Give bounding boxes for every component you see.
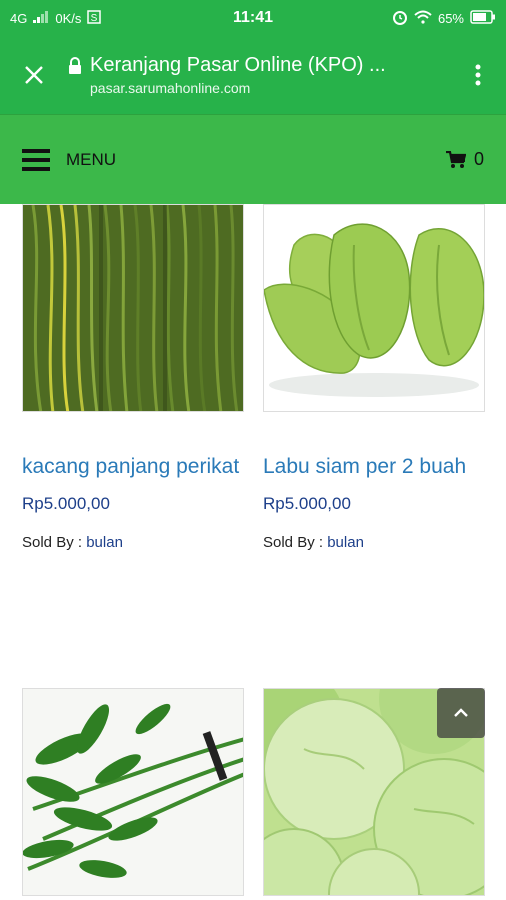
vendor-link[interactable]: bulan [327,534,364,551]
wifi-icon [414,10,432,27]
menu-label: MENU [66,149,117,169]
browser-toolbar: Keranjang Pasar Online (KPO) ... pasar.s… [0,36,506,114]
product-image-chayote[interactable] [263,204,485,412]
chevron-up-icon [454,708,468,717]
sold-by-label: Sold By : [22,534,83,551]
product-price: Rp5.000,00 [22,494,110,513]
cart-icon [445,150,466,168]
cart-button[interactable]: 0 [445,149,484,170]
svg-text:S: S [91,13,98,24]
battery-level: 65% [437,10,464,26]
product-grid: kacang panjang perikat Rp5.000,00 Sold B… [0,204,506,900]
menu-button[interactable]: MENU [22,148,446,172]
page-domain: pasar.sarumahonline.com [90,80,251,96]
product-seller: Sold By : bulan [22,534,244,551]
product-seller: Sold By : bulan [263,534,485,551]
close-tab-button[interactable] [0,36,68,114]
more-options-button[interactable] [450,36,506,114]
hamburger-icon [22,148,50,171]
network-label: 4G [10,10,28,26]
product-image-water-spinach[interactable] [22,688,244,896]
scroll-to-top-button[interactable] [437,688,485,738]
lock-icon [68,57,82,80]
vendor-link[interactable]: bulan [86,534,123,551]
close-icon [25,66,43,84]
product-card[interactable] [22,688,244,896]
product-name[interactable]: Labu siam per 2 buah [263,448,485,486]
status-bar: 4G 0K/s S 11:41 65% [0,0,506,36]
signal-icon [33,10,49,26]
product-image-long-beans[interactable] [22,204,244,412]
page-title: Keranjang Pasar Online (KPO) ... [90,54,386,76]
battery-icon [470,9,496,27]
network-speed: 0K/s [55,10,82,26]
product-card[interactable]: kacang panjang perikat Rp5.000,00 Sold B… [22,204,244,551]
product-card[interactable]: Labu siam per 2 buah Rp5.000,00 Sold By … [263,204,485,551]
product-price: Rp5.000,00 [263,494,351,513]
cart-count: 0 [473,149,484,169]
site-navbar: MENU 0 [0,114,506,204]
alarm-icon [392,9,408,28]
more-vert-icon [475,64,481,86]
sold-by-label: Sold By : [263,534,324,551]
url-area[interactable]: Keranjang Pasar Online (KPO) ... pasar.s… [68,52,450,98]
s-notification-icon: S [87,9,102,27]
product-name[interactable]: kacang panjang perikat [22,448,244,486]
